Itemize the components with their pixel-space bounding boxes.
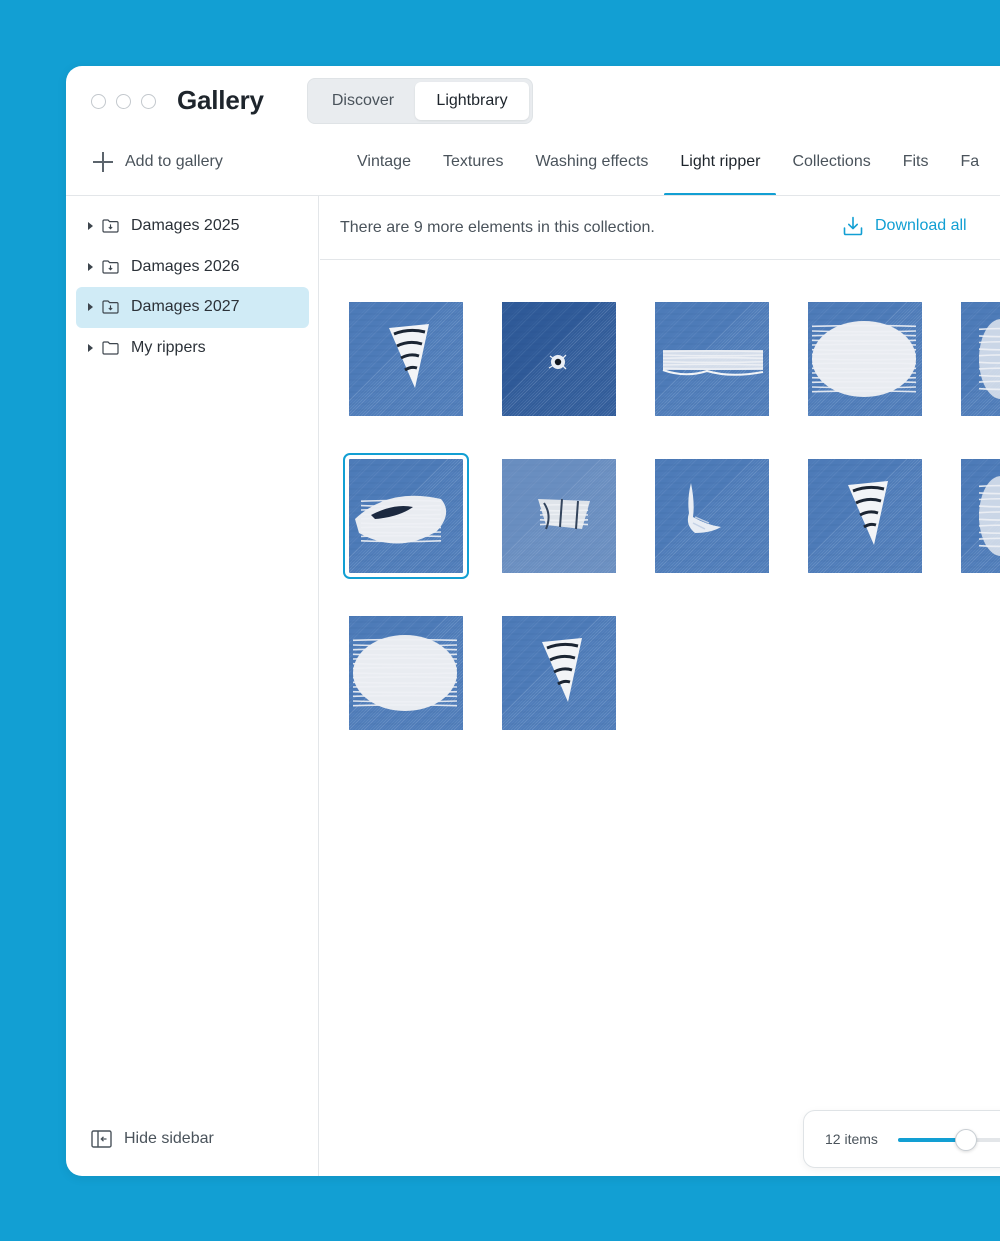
tab-textures[interactable]: Textures	[427, 138, 519, 196]
denim-texture-image	[502, 616, 616, 730]
close-window-button[interactable]	[91, 94, 106, 109]
tab-vintage[interactable]: Vintage	[341, 138, 427, 196]
view-switcher: Discover Lightbrary	[307, 78, 533, 124]
sidebar-item-label: Damages 2026	[131, 257, 240, 275]
download-all-label: Download all	[875, 217, 967, 234]
app-title: Gallery	[177, 85, 264, 115]
denim-texture-image	[349, 302, 463, 416]
minimize-window-button[interactable]	[116, 94, 131, 109]
caret-right-icon[interactable]	[88, 262, 93, 271]
denim-texture-image	[961, 459, 1000, 573]
item-count: 12 items	[825, 1131, 878, 1147]
sidebar-item-label: My rippers	[131, 338, 206, 356]
segment-lightbrary[interactable]: Lightbrary	[415, 82, 529, 120]
thumbnail[interactable]	[655, 459, 769, 573]
collection-info-text: There are 9 more elements in this collec…	[340, 219, 655, 236]
sidebar-item-my-rippers[interactable]: My rippers	[76, 328, 309, 369]
zoom-bar: 12 items	[803, 1110, 1000, 1168]
collection-info-bar: There are 9 more elements in this collec…	[320, 196, 1000, 260]
sidebar-collapse-icon	[91, 1130, 112, 1148]
denim-texture-image	[502, 459, 616, 573]
denim-texture-image	[349, 459, 463, 573]
sidebar-item-damages-2027[interactable]: Damages 2027	[76, 287, 309, 328]
denim-texture-image	[655, 459, 769, 573]
hide-sidebar-label: Hide sidebar	[124, 1130, 214, 1147]
thumbnail[interactable]	[808, 459, 922, 573]
add-to-gallery-button[interactable]: Add to gallery	[93, 149, 223, 175]
gallery-window: Gallery Discover Lightbrary Add to galle…	[66, 66, 1000, 1176]
thumbnail[interactable]	[961, 302, 1000, 416]
thumbnail[interactable]	[502, 616, 616, 730]
sidebar-item-damages-2026[interactable]: Damages 2026	[76, 247, 309, 288]
download-all-button[interactable]: Download all	[843, 216, 967, 236]
thumbnail[interactable]	[502, 302, 616, 416]
thumbnail[interactable]	[502, 459, 616, 573]
add-to-gallery-label: Add to gallery	[125, 153, 223, 170]
download-icon	[843, 216, 863, 236]
zoom-slider-handle[interactable]	[954, 1129, 977, 1151]
denim-texture-image	[349, 616, 463, 730]
denim-texture-image	[808, 302, 922, 416]
caret-right-icon[interactable]	[88, 303, 93, 312]
zoom-slider-track[interactable]	[898, 1129, 1000, 1151]
tab-truncated[interactable]: Fa	[945, 138, 996, 196]
thumbnail[interactable]	[961, 459, 1000, 573]
hide-sidebar-button[interactable]: Hide sidebar	[91, 1130, 214, 1148]
tab-collections[interactable]: Collections	[776, 138, 886, 196]
thumbnail[interactable]	[343, 453, 469, 579]
sidebar-item-label: Damages 2027	[131, 298, 240, 316]
window-controls	[91, 94, 156, 109]
tab-light-ripper[interactable]: Light ripper	[664, 138, 777, 196]
folder-download-icon	[102, 260, 119, 274]
sidebar-item-damages-2025[interactable]: Damages 2025	[76, 206, 309, 247]
tab-washing-effects[interactable]: Washing effects	[519, 138, 664, 196]
thumbnail[interactable]	[655, 302, 769, 416]
main-panel: There are 9 more elements in this collec…	[320, 196, 1000, 1176]
caret-right-icon[interactable]	[88, 343, 93, 352]
plus-icon	[93, 152, 113, 172]
caret-right-icon[interactable]	[88, 222, 93, 231]
thumbnail[interactable]	[808, 302, 922, 416]
tab-fits[interactable]: Fits	[887, 138, 945, 196]
folder-tree: Damages 2025 Damages 2026 Damages 2027 M…	[76, 206, 309, 368]
segment-discover[interactable]: Discover	[311, 82, 415, 120]
category-tabs: Vintage Textures Washing effects Light r…	[341, 138, 995, 196]
folder-download-icon	[102, 300, 119, 314]
folder-icon	[102, 341, 119, 355]
thumbnail[interactable]	[349, 616, 463, 730]
sidebar-item-label: Damages 2025	[131, 217, 240, 235]
denim-texture-image	[961, 302, 1000, 416]
folder-download-icon	[102, 219, 119, 233]
denim-texture-image	[655, 302, 769, 416]
denim-texture-image	[502, 302, 616, 416]
thumbnail[interactable]	[349, 302, 463, 416]
denim-texture-image	[808, 459, 922, 573]
sidebar: Damages 2025 Damages 2026 Damages 2027 M…	[66, 196, 319, 1176]
maximize-window-button[interactable]	[141, 94, 156, 109]
